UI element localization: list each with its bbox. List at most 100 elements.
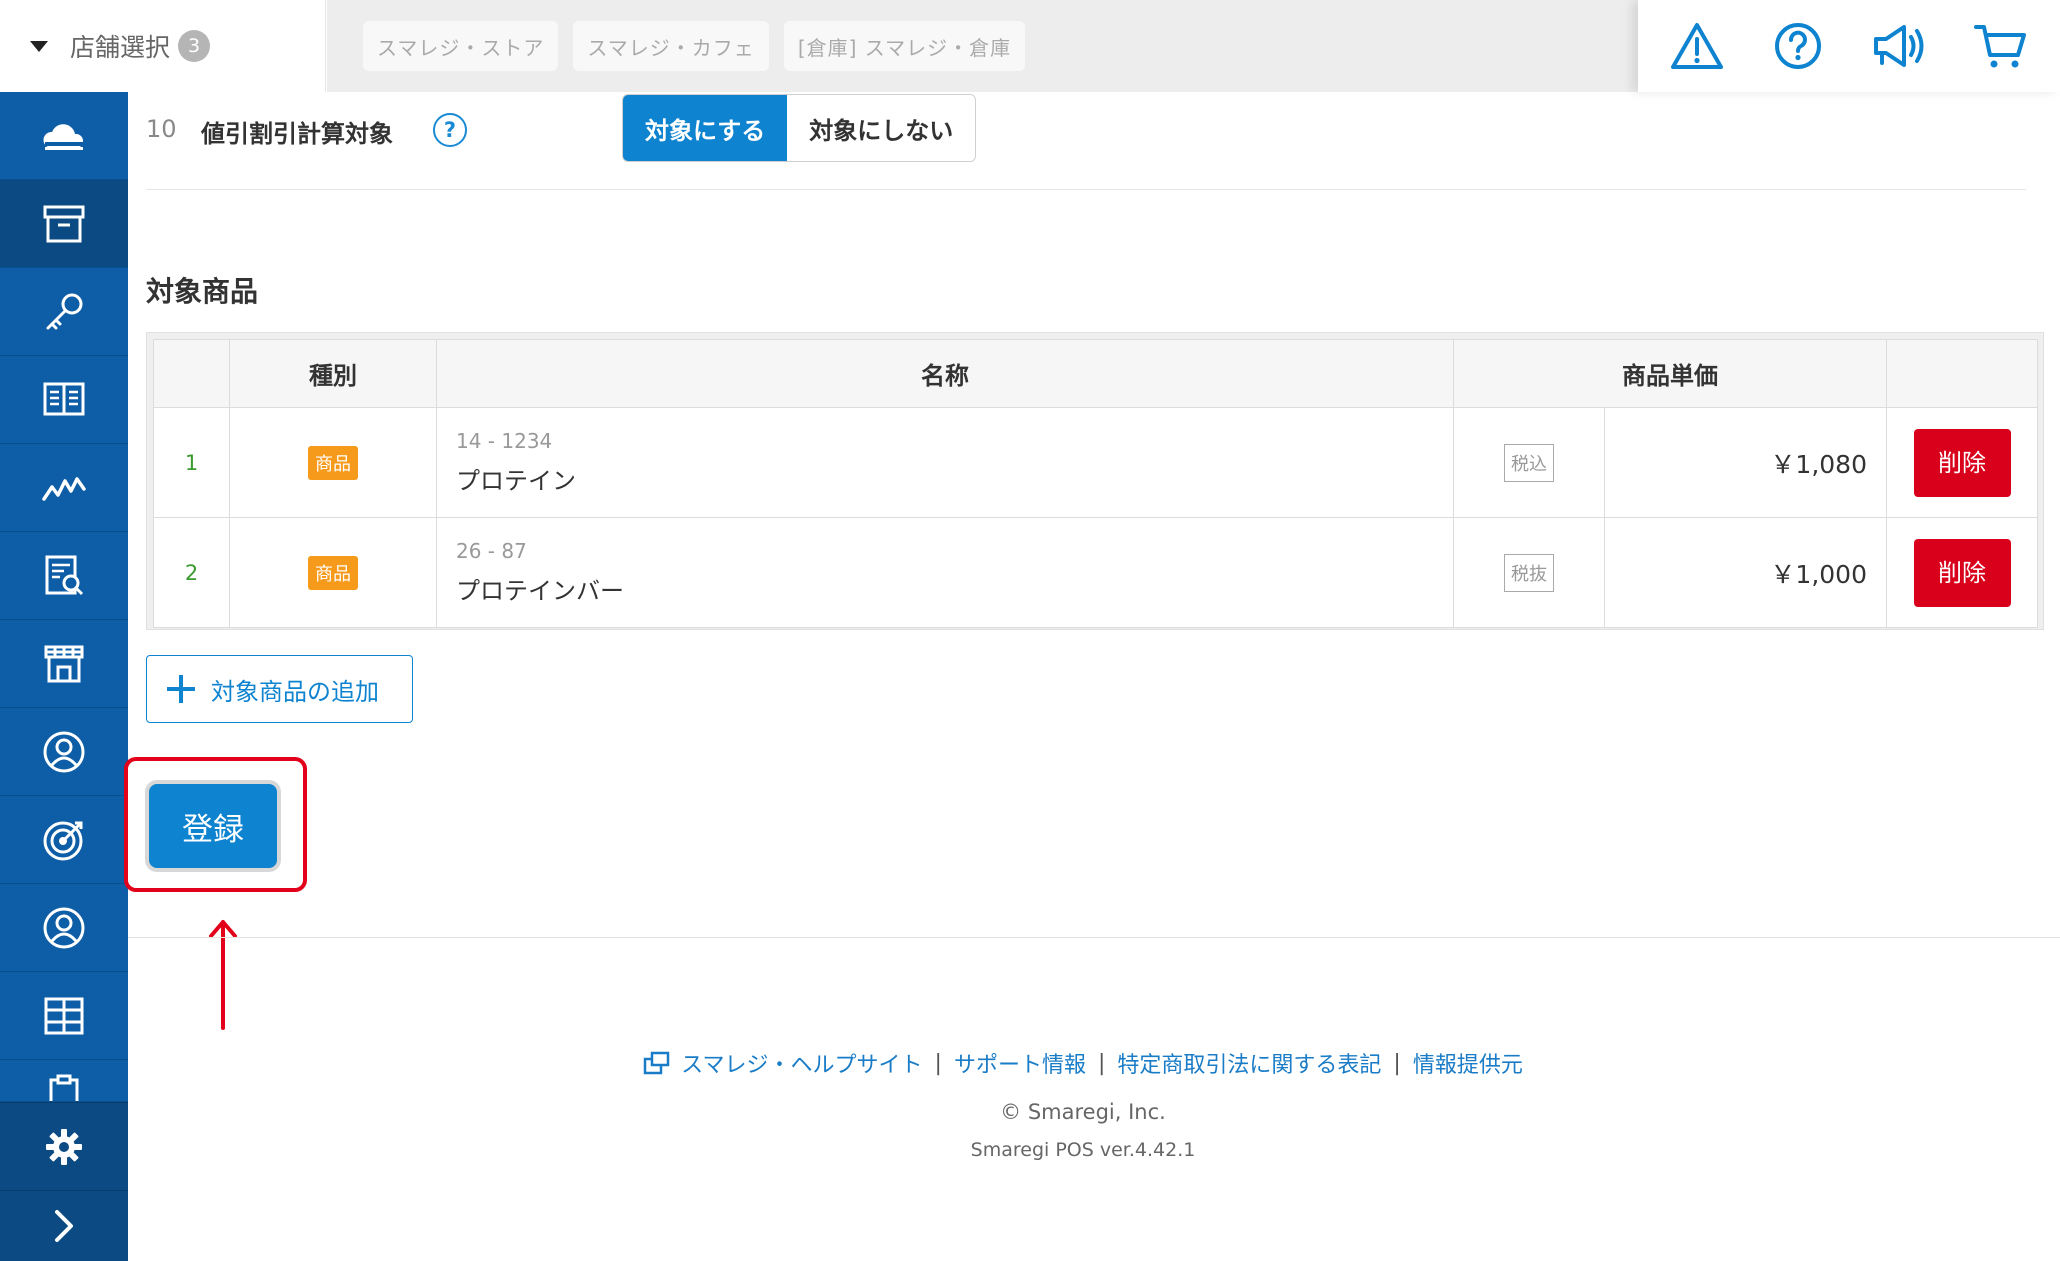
setting-number: 10	[146, 115, 177, 143]
legal-notice-link[interactable]: 特定商取引法に関する表記	[1117, 1047, 1381, 1079]
sidebar-item-report[interactable]	[0, 532, 128, 620]
warning-icon[interactable]	[1666, 15, 1728, 77]
section-title: 対象商品	[146, 275, 259, 308]
product-code: 14 - 1234	[456, 429, 553, 453]
toggle-target-off[interactable]: 対象にしない	[787, 95, 976, 161]
store-select-label: 店舗選択	[70, 33, 171, 62]
main-content: 10 値引割引計算対象 ? 対象にする 対象にしない 対象商品 種別 名称 商品…	[124, 92, 2060, 1261]
register-button[interactable]: 登録	[149, 784, 277, 868]
expand-sidebar-button[interactable]	[0, 1190, 128, 1261]
help-icon[interactable]	[1767, 15, 1829, 77]
target-toggle: 対象にする 対象にしない	[622, 94, 977, 162]
product-code: 26 - 87	[456, 539, 527, 563]
name-cell: 26 - 87 プロテインバー	[436, 517, 1454, 628]
type-badge: 商品	[308, 445, 358, 480]
support-info-link[interactable]: サポート情報	[954, 1047, 1086, 1079]
name-cell: 14 - 1234 プロテイン	[436, 407, 1454, 518]
table-row: 1 商品 14 - 1234 プロテイン 税込 ￥1,080 削除	[153, 407, 2038, 518]
footer-divider	[128, 937, 2060, 938]
plus-icon	[167, 675, 195, 703]
discount-calc-setting-row: 10 値引割引計算対象 ? 対象にする 対象にしない	[146, 92, 2026, 190]
customer-icon	[43, 907, 85, 948]
column-header: 名称	[436, 339, 1454, 408]
store-select-dropdown[interactable]: 店舗選択 3	[0, 0, 326, 92]
sidebar-item-key[interactable]	[0, 268, 128, 356]
toggle-target-on[interactable]: 対象にする	[623, 95, 788, 161]
link-separator: |	[1097, 1050, 1106, 1076]
external-link-icon	[643, 1051, 671, 1075]
store-icon	[44, 645, 84, 682]
caret-down-icon	[30, 40, 48, 52]
table-row: 2 商品 26 - 87 プロテインバー 税抜 ￥1,000 削除	[153, 517, 2038, 628]
store-tag[interactable]: スマレジ・ストア	[363, 21, 559, 71]
action-cell: 削除	[1886, 407, 2038, 518]
add-target-product-button[interactable]: 対象商品の追加	[146, 655, 413, 723]
sidebar-item-sales[interactable]	[0, 444, 128, 532]
column-header	[153, 339, 230, 408]
column-header: 商品単価	[1453, 339, 1887, 408]
megaphone-icon[interactable]	[1869, 15, 1931, 77]
settings-button[interactable]	[0, 1102, 128, 1190]
column-header: 種別	[229, 339, 437, 408]
arrow-up-annotation	[209, 920, 237, 1030]
sidebar-item-customer[interactable]	[0, 884, 128, 972]
chevron-right-icon	[55, 1210, 73, 1242]
tax-type-label: 税抜	[1504, 553, 1554, 592]
product-table-wrapper: 種別 名称 商品単価 1 商品 14 - 1234 プロテイン 税込 ￥1,08…	[146, 332, 2044, 630]
staff-icon	[43, 731, 85, 772]
target-icon	[43, 821, 83, 860]
sidebar-item-cloud[interactable]	[0, 92, 128, 180]
grid-icon	[44, 997, 84, 1034]
product-table: 種別 名称 商品単価 1 商品 14 - 1234 プロテイン 税込 ￥1,08…	[153, 339, 2038, 628]
chart-line-icon	[42, 476, 86, 501]
footer-links: スマレジ・ヘルプサイト | サポート情報 | 特定商取引法に関する表記 | 情報…	[128, 1047, 2038, 1079]
selected-stores-bar: スマレジ・ストア スマレジ・カフェ [倉庫] スマレジ・倉庫	[327, 0, 1638, 92]
cloud-icon	[43, 123, 84, 150]
table-header-row: 種別 名称 商品単価	[153, 339, 2038, 408]
sidebar-item-store[interactable]	[0, 620, 128, 708]
sidebar-item-target[interactable]	[0, 796, 128, 884]
unit-price: ￥1,080	[1604, 407, 1887, 518]
info-provider-link[interactable]: 情報提供元	[1413, 1047, 1523, 1079]
type-cell: 商品	[229, 407, 437, 518]
type-badge: 商品	[308, 555, 358, 590]
product-name: プロテイン	[456, 467, 576, 495]
delete-button[interactable]: 削除	[1913, 538, 2011, 607]
cart-icon[interactable]	[1970, 15, 2032, 77]
gear-icon	[46, 1128, 82, 1165]
tax-cell: 税抜	[1453, 517, 1605, 628]
type-cell: 商品	[229, 517, 437, 628]
sidebar-item-products[interactable]	[0, 180, 128, 268]
store-tag[interactable]: スマレジ・カフェ	[573, 21, 769, 71]
delete-button[interactable]: 削除	[1913, 428, 2011, 497]
sidebar-item-book[interactable]	[0, 356, 128, 444]
link-separator: |	[934, 1050, 942, 1076]
add-button-label: 対象商品の追加	[211, 677, 379, 706]
store-count-badge: 3	[178, 30, 211, 62]
version-text: Smaregi POS ver.4.42.1	[970, 1139, 1196, 1161]
key-icon	[46, 293, 83, 329]
clipboard-icon	[49, 1074, 79, 1101]
box-icon	[43, 205, 85, 242]
book-icon	[43, 382, 85, 415]
column-header	[1886, 339, 2038, 408]
row-number: 2	[153, 517, 230, 628]
copyright: © Smaregi, Inc.	[1000, 1100, 1166, 1124]
header-icons	[1638, 0, 2060, 92]
sidebar-item-staff[interactable]	[0, 708, 128, 796]
tax-type-label: 税込	[1504, 443, 1554, 482]
report-icon	[45, 555, 84, 595]
unit-price: ￥1,000	[1604, 517, 1887, 628]
help-site-link[interactable]: スマレジ・ヘルプサイト	[681, 1047, 922, 1079]
sidebar	[0, 92, 128, 1261]
setting-label: 値引割引計算対象	[201, 120, 393, 148]
tax-cell: 税込	[1453, 407, 1605, 518]
store-tag[interactable]: [倉庫] スマレジ・倉庫	[783, 21, 1026, 71]
sidebar-item-grid[interactable]	[0, 972, 128, 1060]
top-header: 店舗選択 3 スマレジ・ストア スマレジ・カフェ [倉庫] スマレジ・倉庫	[0, 0, 2060, 92]
row-number: 1	[153, 407, 230, 518]
link-separator: |	[1393, 1050, 1401, 1076]
help-icon[interactable]: ?	[433, 113, 467, 147]
sidebar-item-clipboard[interactable]	[0, 1060, 128, 1102]
action-cell: 削除	[1886, 517, 2038, 628]
